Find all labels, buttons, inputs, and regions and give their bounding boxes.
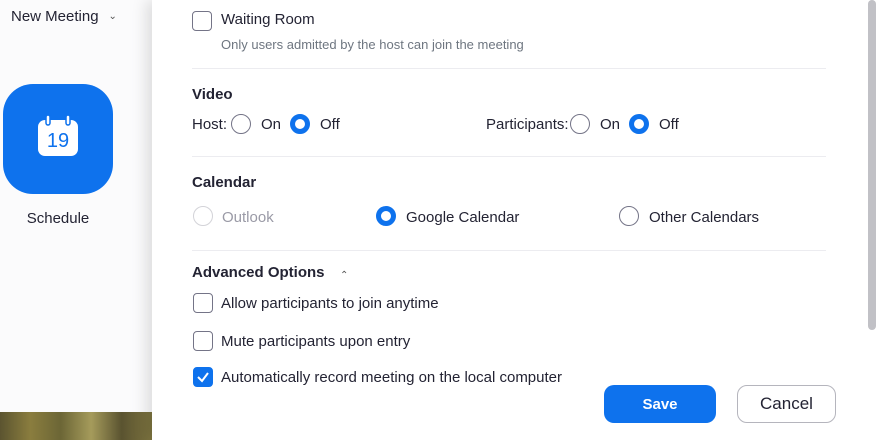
video-heading: Video — [192, 86, 233, 103]
outlook-radio[interactable] — [193, 206, 213, 226]
allow-join-anytime-checkbox[interactable] — [193, 293, 213, 313]
outlook-label: Outlook — [222, 209, 274, 226]
schedule-meeting-dialog: Waiting Room Only users admitted by the … — [152, 0, 878, 440]
waiting-room-label: Waiting Room — [221, 11, 315, 28]
new-meeting-dropdown[interactable]: New Meeting ⌄ — [11, 8, 117, 25]
host-label: Host: — [192, 116, 228, 133]
waiting-room-checkbox[interactable] — [192, 11, 212, 31]
new-meeting-label: New Meeting — [11, 8, 99, 25]
participants-video-on-radio[interactable] — [570, 114, 590, 134]
participants-label: Participants: — [486, 116, 569, 133]
participants-on-label: On — [600, 116, 621, 133]
background-photo — [0, 412, 152, 440]
advanced-options-heading[interactable]: Advanced Options — [192, 264, 325, 281]
auto-record-local-checkbox[interactable] — [193, 367, 213, 387]
schedule-button[interactable]: 19 — [3, 84, 113, 194]
save-button[interactable]: Save — [604, 385, 716, 423]
calendar-icon: 19 — [38, 114, 78, 156]
mute-on-entry-checkbox[interactable] — [193, 331, 213, 351]
host-off-label: Off — [320, 116, 340, 133]
other-calendars-radio[interactable] — [619, 206, 639, 226]
calendar-day: 19 — [47, 130, 69, 152]
mute-on-entry-label: Mute participants upon entry — [221, 333, 411, 350]
host-video-on-radio[interactable] — [231, 114, 251, 134]
auto-record-local-label: Automatically record meeting on the loca… — [221, 369, 563, 386]
participants-off-label: Off — [659, 116, 679, 133]
cancel-button[interactable]: Cancel — [737, 385, 836, 423]
background-app: New Meeting ⌄ 19 Schedule — [0, 0, 152, 440]
allow-join-anytime-label: Allow participants to join anytime — [221, 295, 439, 312]
scrollbar[interactable] — [868, 0, 876, 330]
participants-video-off-radio[interactable] — [629, 114, 649, 134]
divider — [192, 250, 826, 251]
chevron-down-icon: ⌄ — [108, 11, 117, 22]
calendar-heading: Calendar — [192, 174, 257, 191]
schedule-label: Schedule — [26, 210, 90, 227]
other-calendars-label: Other Calendars — [649, 209, 760, 226]
host-on-label: On — [261, 116, 282, 133]
waiting-room-description: Only users admitted by the host can join… — [221, 37, 524, 52]
divider — [192, 156, 826, 157]
host-video-off-radio[interactable] — [290, 114, 310, 134]
google-calendar-radio[interactable] — [376, 206, 396, 226]
chevron-up-icon[interactable]: ⌃ — [340, 270, 348, 281]
google-calendar-label: Google Calendar — [406, 209, 520, 226]
divider — [192, 68, 826, 69]
checkmark-icon — [197, 372, 209, 383]
